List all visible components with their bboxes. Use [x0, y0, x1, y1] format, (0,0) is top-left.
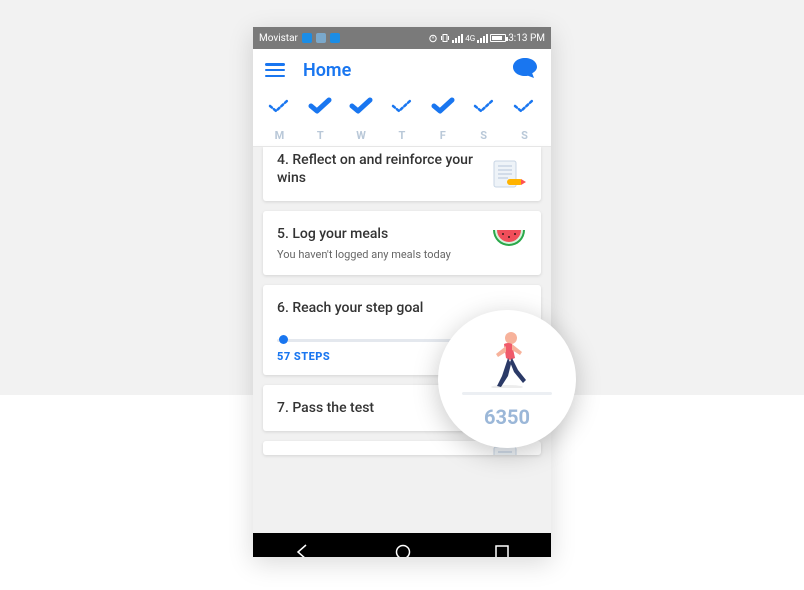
day-col-fri[interactable]: F: [425, 97, 461, 142]
signal-icon-2: [477, 33, 488, 43]
week-row: M T W T F: [253, 91, 551, 146]
check-icon: [308, 97, 332, 115]
day-label: T: [399, 129, 406, 142]
status-app-icon-3: [330, 33, 340, 43]
clock-label: 3:13 PM: [508, 33, 545, 44]
chat-button[interactable]: [511, 56, 539, 84]
page-title: Home: [303, 60, 351, 81]
day-label: M: [275, 129, 285, 142]
bubble-step-count: 6350: [484, 405, 530, 429]
day-col-sun[interactable]: S: [506, 97, 542, 142]
battery-icon: [490, 34, 506, 42]
watermelon-icon: [489, 221, 529, 255]
task-card-4[interactable]: 4. Reflect on and reinforce your wins: [263, 147, 541, 201]
day-col-wed[interactable]: W: [343, 97, 379, 142]
app-header: Home: [253, 49, 551, 91]
alarm-icon: [428, 33, 438, 43]
phone-frame: Movistar 4G 3:13 PM Home: [253, 27, 551, 557]
day-col-thu[interactable]: T: [384, 97, 420, 142]
check-icon: [431, 97, 455, 115]
nav-recent-button[interactable]: [494, 544, 510, 557]
signal-icon: [452, 33, 463, 43]
menu-button[interactable]: [265, 63, 285, 77]
progress-thumb: [279, 335, 288, 344]
day-col-mon[interactable]: M: [261, 97, 297, 142]
day-label: W: [356, 129, 366, 142]
bubble-progress: [462, 392, 552, 395]
vibrate-icon: [440, 33, 450, 43]
day-label: T: [317, 129, 324, 142]
check-icon: [472, 97, 496, 115]
carrier-label: Movistar: [259, 33, 298, 44]
status-app-icon-2: [316, 33, 326, 43]
status-bar: Movistar 4G 3:13 PM: [253, 27, 551, 49]
day-label: S: [480, 129, 487, 142]
walking-person-icon: [482, 330, 532, 388]
check-icon: [267, 97, 291, 115]
nav-home-button[interactable]: [394, 543, 412, 557]
step-detail-bubble: 6350: [438, 310, 576, 448]
day-label: S: [521, 129, 528, 142]
notes-pencil-icon: [489, 157, 529, 191]
android-navbar: [253, 533, 551, 557]
task-card-5[interactable]: 5. Log your meals You haven't logged any…: [263, 211, 541, 274]
nav-back-button[interactable]: [294, 543, 312, 557]
network-label: 4G: [465, 34, 475, 43]
status-app-icon-1: [302, 33, 312, 43]
day-col-tue[interactable]: T: [302, 97, 338, 142]
day-label: F: [440, 129, 446, 142]
check-icon: [390, 97, 414, 115]
check-icon: [349, 97, 373, 115]
check-icon: [512, 97, 536, 115]
day-col-sat[interactable]: S: [466, 97, 502, 142]
